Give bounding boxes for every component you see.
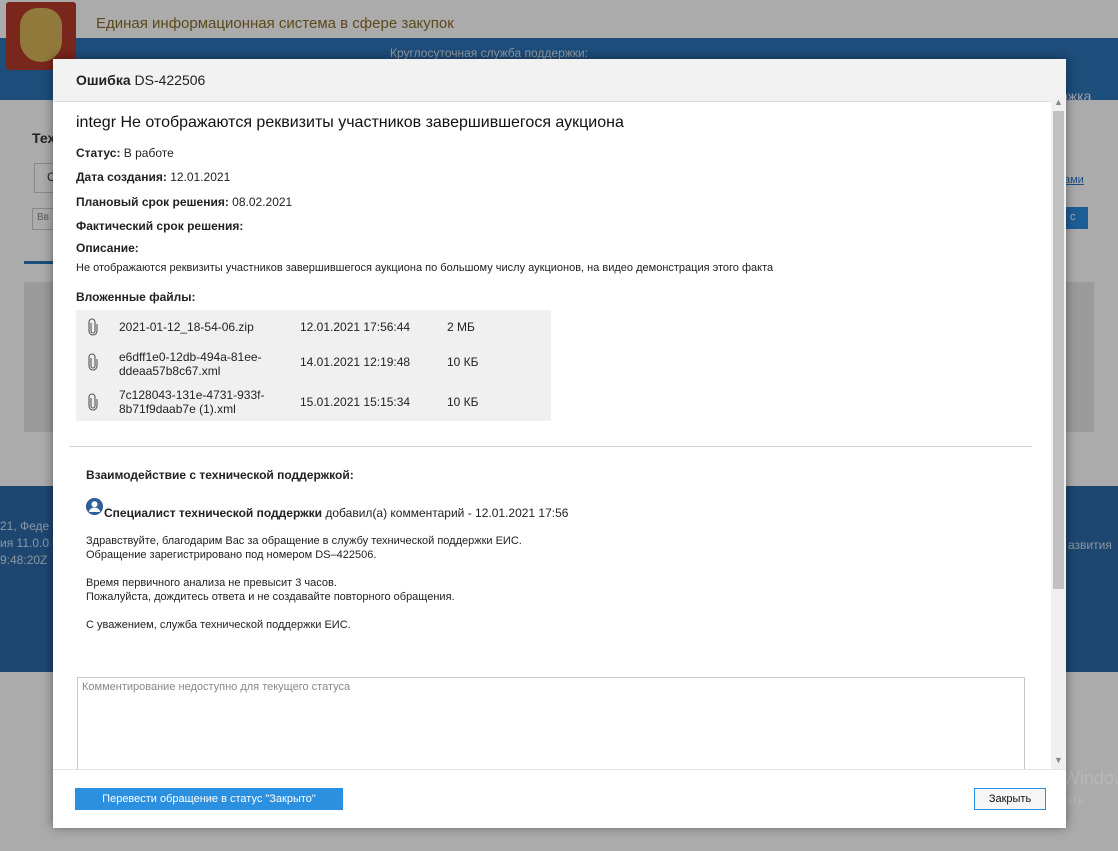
attachments-list: 2021-01-12_18-54-06.zip 12.01.2021 17:56… <box>76 310 551 421</box>
created-field: Дата создания: 12.01.2021 <box>76 170 230 184</box>
attachment-name[interactable]: 2021-01-12_18-54-06.zip <box>119 320 289 334</box>
scroll-up-icon[interactable]: ▲ <box>1051 95 1066 109</box>
attachment-size: 10 КБ <box>447 355 479 369</box>
attachment-name[interactable]: 7c128043-131e-4731-933f-8b71f9daab7e (1)… <box>119 388 289 416</box>
comment-line: Пожалуйста, дождитесь ответа и не создав… <box>86 591 455 603</box>
comment-line: Время первичного анализа не превысит 3 ч… <box>86 577 337 589</box>
comment-header: Специалист технической поддержки добавил… <box>104 506 568 520</box>
attachment-size: 2 МБ <box>447 320 475 334</box>
comment-line <box>86 562 522 576</box>
comment-body: Здравствуйте, благодарим Вас за обращени… <box>86 534 522 632</box>
dialog-header[interactable]: Ошибка DS-422506 <box>53 59 1066 102</box>
support-user-icon <box>86 498 103 515</box>
dialog-footer: Перевести обращение в статус "Закрыто" З… <box>53 769 1066 828</box>
attachment-row[interactable]: 7c128043-131e-4731-933f-8b71f9daab7e (1)… <box>76 385 551 421</box>
attachments-label: Вложенные файлы: <box>76 290 196 304</box>
created-value: 12.01.2021 <box>170 170 231 184</box>
status-label: Статус: <box>76 146 121 160</box>
attachment-date: 15.01.2021 15:15:34 <box>300 395 411 409</box>
actual-label: Фактический срок решения: <box>76 219 244 233</box>
attachment-size: 10 КБ <box>447 395 479 409</box>
dialog-title: Ошибка DS-422506 <box>76 72 205 88</box>
interaction-label: Взаимодействие с технической поддержкой: <box>86 468 354 482</box>
ticket-subject: integr Не отображаются реквизиты участни… <box>76 114 624 131</box>
ticket-type: Ошибка <box>76 72 131 88</box>
status-value: В работе <box>123 146 174 160</box>
ticket-id: DS-422506 <box>134 72 206 88</box>
attachment-date: 14.01.2021 12:19:48 <box>300 355 411 369</box>
comment-line: Здравствуйте, благодарим Вас за обращени… <box>86 535 522 547</box>
description-label: Описание: <box>76 241 139 255</box>
actual-field: Фактический срок решения: <box>76 219 243 233</box>
scroll-thumb[interactable] <box>1053 111 1064 589</box>
comment-author: Специалист технической поддержки <box>104 506 323 520</box>
paperclip-icon <box>88 353 98 371</box>
attachment-row[interactable]: 2021-01-12_18-54-06.zip 12.01.2021 17:56… <box>76 310 551 346</box>
ticket-dialog: Ошибка DS-422506 integr Не отображаются … <box>53 59 1066 828</box>
scroll-down-icon[interactable]: ▼ <box>1051 753 1066 767</box>
paperclip-icon <box>88 393 98 411</box>
paperclip-icon <box>88 318 98 336</box>
section-divider <box>70 446 1032 447</box>
attachment-date: 12.01.2021 17:56:44 <box>300 320 411 334</box>
attachment-name[interactable]: e6dff1e0-12db-494a-81ee-ddeaa57b8c67.xml <box>119 350 289 378</box>
planned-value: 08.02.2021 <box>232 195 293 209</box>
dialog-scrollbar[interactable]: ▲ ▼ <box>1051 95 1066 769</box>
description-text: Не отображаются реквизиты участников зав… <box>76 262 774 274</box>
created-label: Дата создания: <box>76 170 167 184</box>
comment-line: Обращение зарегистрировано под номером D… <box>86 549 377 561</box>
status-field: Статус: В работе <box>76 146 174 160</box>
planned-field: Плановый срок решения: 08.02.2021 <box>76 195 292 209</box>
close-ticket-status-button[interactable]: Перевести обращение в статус "Закрыто" <box>75 788 343 810</box>
close-dialog-button[interactable]: Закрыть <box>974 788 1046 810</box>
attachment-row[interactable]: e6dff1e0-12db-494a-81ee-ddeaa57b8c67.xml… <box>76 347 551 383</box>
comment-input[interactable]: Комментирование недоступно для текущего … <box>77 677 1025 769</box>
comment-line: С уважением, служба технической поддержк… <box>86 619 351 631</box>
dialog-body: integr Не отображаются реквизиты участни… <box>53 102 1051 769</box>
planned-label: Плановый срок решения: <box>76 195 229 209</box>
comment-line <box>86 604 522 618</box>
comment-action: добавил(а) комментарий - 12.01.2021 17:5… <box>325 506 569 520</box>
